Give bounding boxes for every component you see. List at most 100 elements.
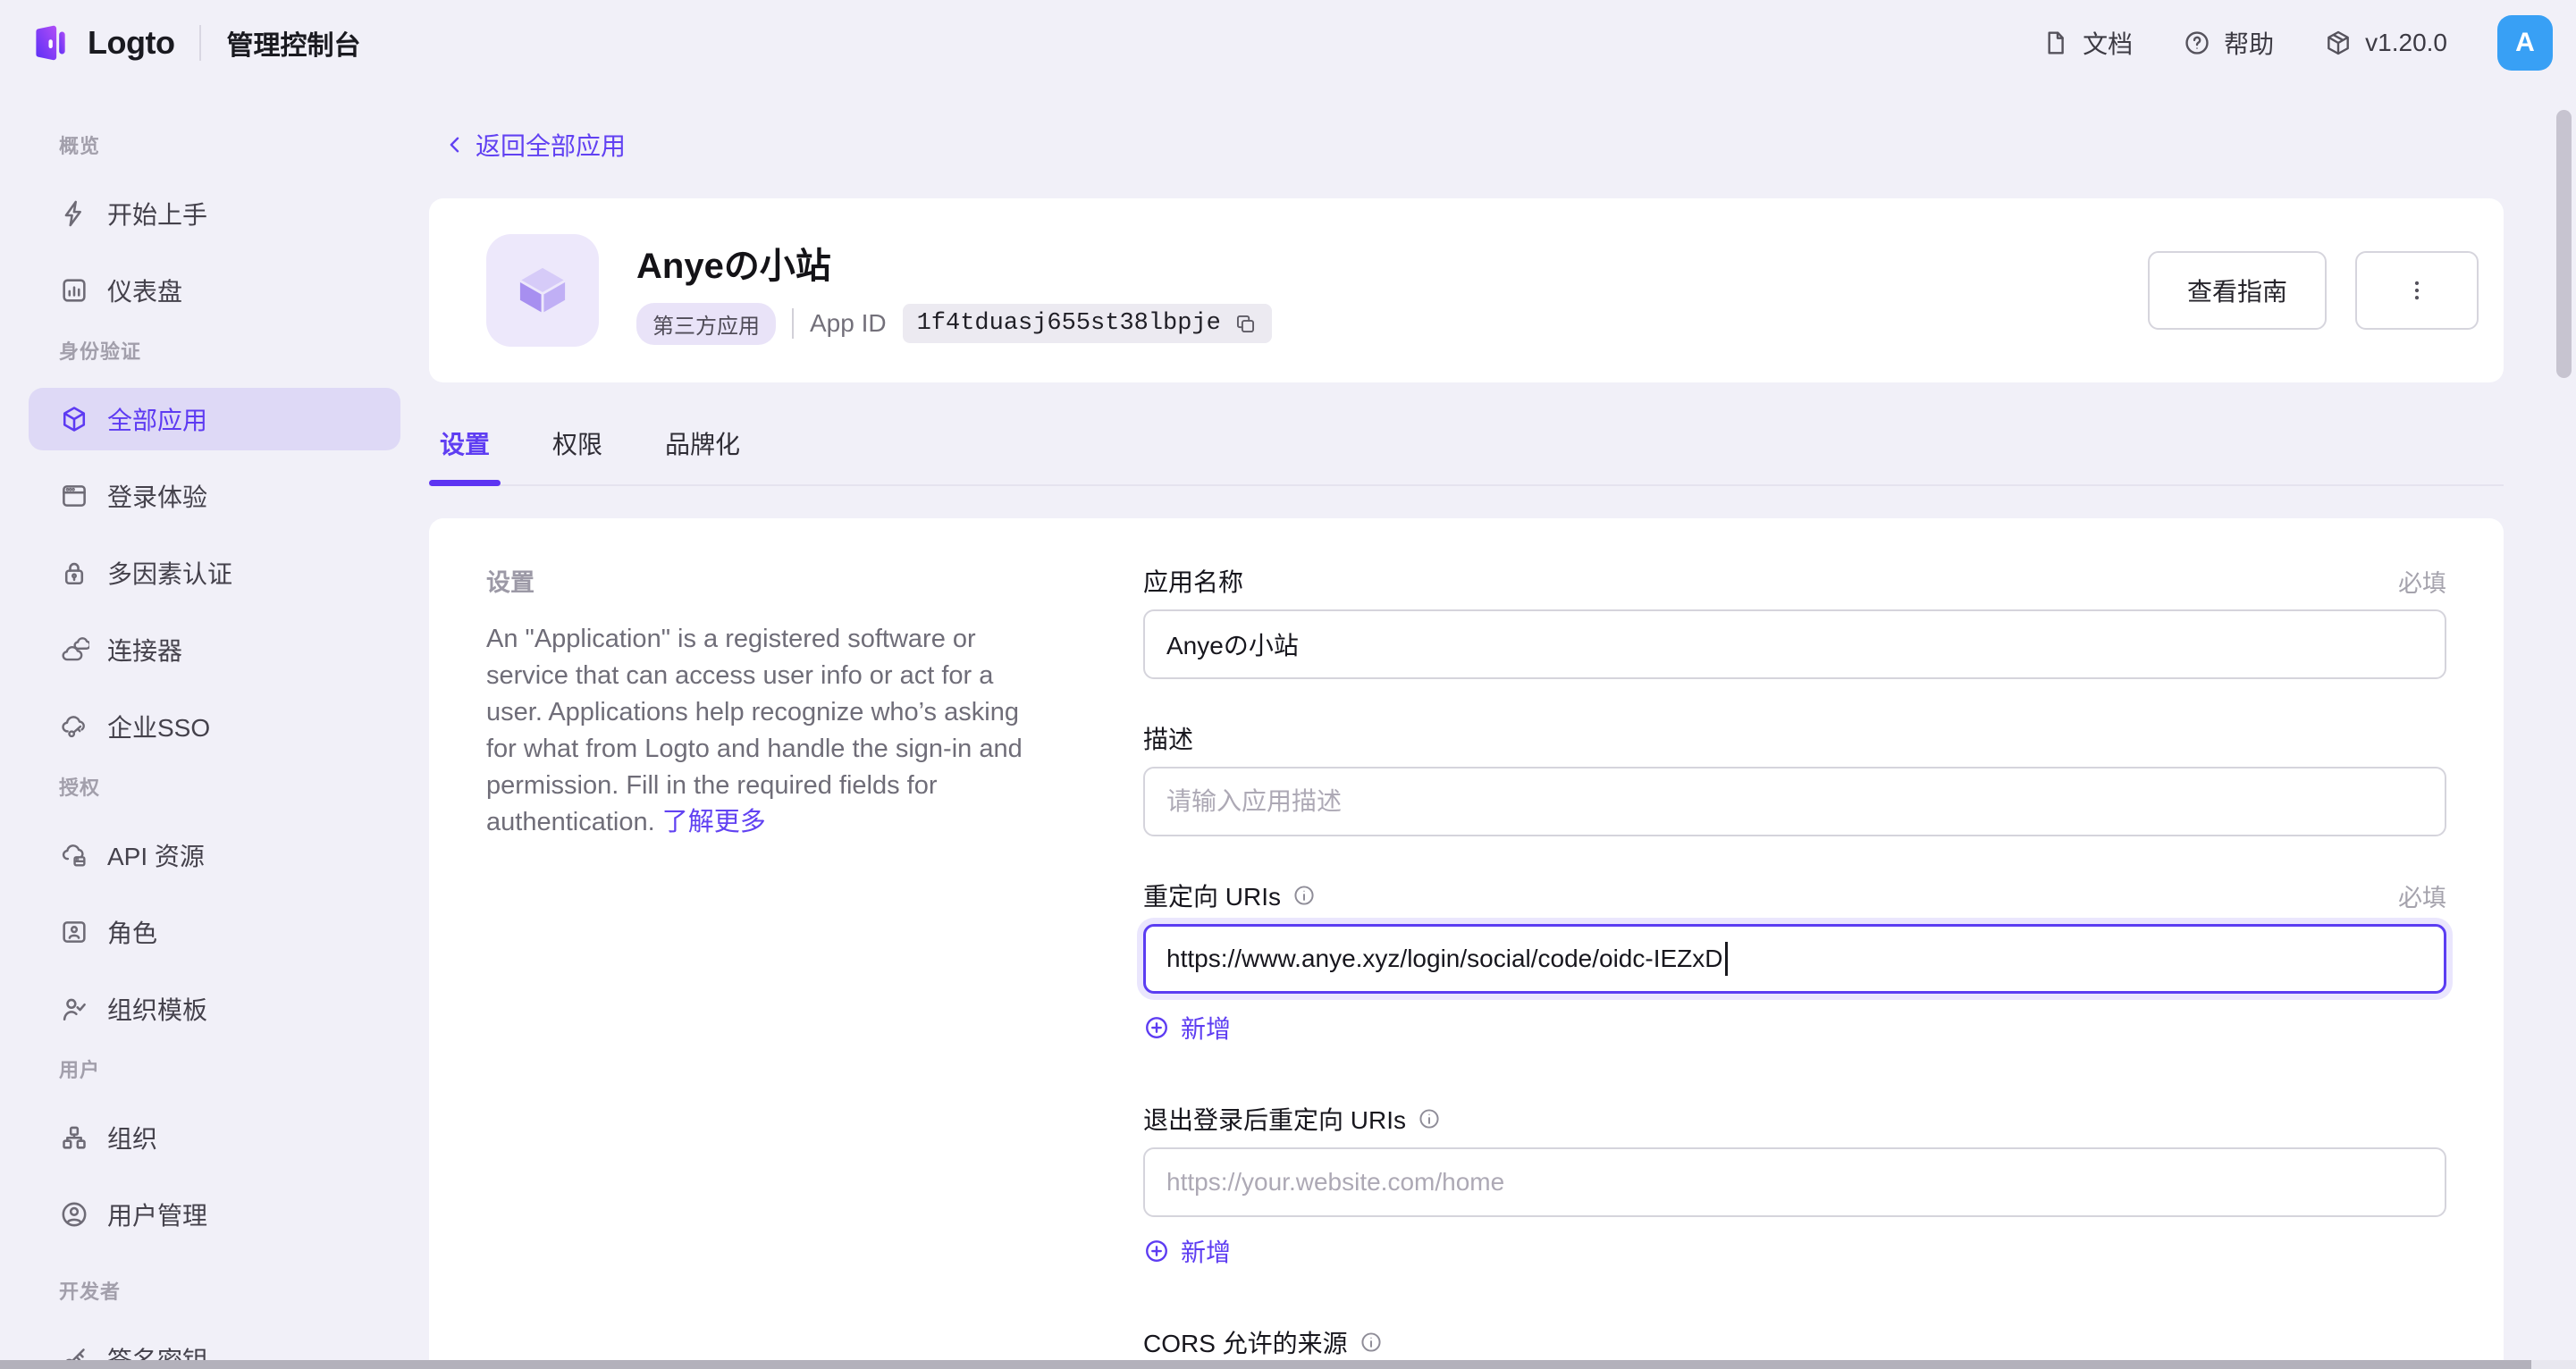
app-title: Anyeの小站 <box>636 237 1272 289</box>
tab-permissions[interactable]: 权限 <box>542 425 613 484</box>
field-description: 描述 <box>1143 720 2446 836</box>
role-icon <box>59 917 89 947</box>
sidebar-item-user-management[interactable]: 用户管理 <box>29 1183 400 1246</box>
sidebar-item-applications[interactable]: 全部应用 <box>29 388 400 450</box>
info-icon[interactable] <box>1359 1330 1384 1355</box>
connector-icon <box>59 634 89 665</box>
more-actions-button[interactable] <box>2355 251 2479 330</box>
logo-text: Logto <box>88 24 174 62</box>
add-label: 新增 <box>1181 1233 1231 1269</box>
sidebar-item-label: 组织模板 <box>107 991 207 1027</box>
text-caret <box>1725 942 1728 976</box>
browser-icon <box>59 481 89 511</box>
sidebar-item-label: 仪表盘 <box>107 273 182 308</box>
cloud-key-icon <box>59 711 89 742</box>
console-title: 管理控制台 <box>226 23 360 63</box>
help-icon <box>2183 29 2211 57</box>
app-id-label: App ID <box>810 309 887 338</box>
back-to-applications-link[interactable]: 返回全部应用 <box>443 127 626 163</box>
sidebar-item-sign-in-experience[interactable]: 登录体验 <box>29 465 400 527</box>
sidebar-item-dashboard[interactable]: 仪表盘 <box>29 259 400 322</box>
cors-allowed-origins-label: CORS 允许的来源 <box>1143 1324 1384 1360</box>
plus-circle-icon <box>1143 1238 1170 1264</box>
avatar[interactable]: A <box>2497 15 2553 71</box>
app-name-label: 应用名称 <box>1143 563 1243 599</box>
app-id-copy-box[interactable]: 1f4tduasj655st38lbpje <box>903 304 1272 343</box>
api-resource-icon <box>59 840 89 870</box>
app-logo <box>486 234 599 347</box>
org-template-icon <box>59 994 89 1024</box>
app-header-card: Anyeの小站 第三方应用 App ID 1f4tduasj655st38lbp… <box>429 198 2504 382</box>
document-icon <box>2041 29 2070 57</box>
info-icon[interactable] <box>1417 1106 1442 1131</box>
organization-icon <box>59 1122 89 1153</box>
copy-icon[interactable] <box>1233 312 1258 336</box>
description-text: An "Application" is a registered softwar… <box>486 625 1023 836</box>
horizontal-scrollbar-track[interactable] <box>0 1360 2576 1369</box>
cors-label-text: CORS 允许的来源 <box>1143 1324 1348 1360</box>
description-input[interactable] <box>1143 767 2446 836</box>
sidebar-item-label: 开始上手 <box>107 196 207 231</box>
sidebar-item-get-started[interactable]: 开始上手 <box>29 182 400 245</box>
post-logout-redirect-uris-label: 退出登录后重定向 URIs <box>1143 1101 1442 1137</box>
redirect-uri-value: https://www.anye.xyz/login/social/code/o… <box>1166 945 1722 973</box>
add-redirect-uri-button[interactable]: 新增 <box>1143 1010 1231 1046</box>
version-indicator[interactable]: v1.20.0 <box>2324 29 2447 57</box>
docs-link[interactable]: 文档 <box>2041 25 2133 61</box>
lock-icon <box>59 558 89 588</box>
app-type-badge: 第三方应用 <box>636 303 776 345</box>
redirect-uri-input[interactable]: https://www.anye.xyz/login/social/code/o… <box>1143 924 2446 994</box>
lightning-icon <box>59 198 89 229</box>
field-app-name: 应用名称 必填 <box>1143 563 2446 679</box>
field-redirect-uris: 重定向 URIs 必填 https://www.anye.xyz/login/s… <box>1143 878 2446 1046</box>
user-icon <box>59 1199 89 1230</box>
post-logout-label-text: 退出登录后重定向 URIs <box>1143 1101 1406 1137</box>
sidebar-item-organizations[interactable]: 组织 <box>29 1106 400 1169</box>
vertical-scrollbar-thumb[interactable] <box>2556 110 2572 378</box>
sidebar-item-label: 角色 <box>107 914 157 950</box>
docs-label: 文档 <box>2083 25 2133 61</box>
cube-icon <box>59 404 89 434</box>
sidebar-item-label: API 资源 <box>107 837 205 873</box>
settings-section-title: 设置 <box>486 563 1054 598</box>
sidebar-item-enterprise-sso[interactable]: 企业SSO <box>29 695 400 758</box>
redirect-uris-label-text: 重定向 URIs <box>1143 878 1281 913</box>
sidebar-item-label: 组织 <box>107 1120 157 1155</box>
add-post-logout-uri-button[interactable]: 新增 <box>1143 1233 1231 1269</box>
meta-divider <box>792 308 794 339</box>
chevron-left-icon <box>443 133 467 156</box>
sidebar-item-api-resources[interactable]: API 资源 <box>29 824 400 886</box>
post-logout-redirect-uri-input[interactable] <box>1143 1147 2446 1217</box>
help-label: 帮助 <box>2224 25 2274 61</box>
horizontal-scrollbar-thumb[interactable] <box>0 1360 2531 1369</box>
sidebar-item-label: 企业SSO <box>107 709 210 744</box>
back-label: 返回全部应用 <box>476 127 626 163</box>
sidebar-item-mfa[interactable]: 多因素认证 <box>29 542 400 604</box>
description-label: 描述 <box>1143 720 1193 756</box>
required-badge: 必填 <box>2398 878 2446 913</box>
topbar-divider <box>199 25 201 61</box>
tab-settings[interactable]: 设置 <box>429 425 501 484</box>
info-icon[interactable] <box>1292 883 1317 908</box>
sidebar-item-label: 登录体验 <box>107 478 207 514</box>
topbar: Logto 管理控制台 文档 帮助 <box>0 0 2576 86</box>
section-label-authorization: 授权 <box>59 772 429 801</box>
app-id-value: 1f4tduasj655st38lbpje <box>917 310 1221 337</box>
package-icon <box>2324 29 2353 57</box>
section-label-users: 用户 <box>59 1054 429 1083</box>
add-label: 新增 <box>1181 1010 1231 1046</box>
logo[interactable]: Logto <box>27 20 174 66</box>
sidebar-item-label: 全部应用 <box>107 401 207 437</box>
sidebar-item-organization-template[interactable]: 组织模板 <box>29 978 400 1040</box>
sidebar-item-label: 连接器 <box>107 632 182 668</box>
required-badge: 必填 <box>2398 564 2446 599</box>
view-guide-button[interactable]: 查看指南 <box>2148 251 2327 330</box>
settings-section-description: An "Application" is a registered softwar… <box>486 621 1054 841</box>
sidebar-item-connectors[interactable]: 连接器 <box>29 618 400 681</box>
app-name-input[interactable] <box>1143 609 2446 679</box>
help-link[interactable]: 帮助 <box>2183 25 2274 61</box>
learn-more-link[interactable]: 了解更多 <box>662 808 766 836</box>
tab-bar: 设置 权限 品牌化 <box>429 382 2504 486</box>
tab-branding[interactable]: 品牌化 <box>654 425 751 484</box>
sidebar-item-roles[interactable]: 角色 <box>29 901 400 963</box>
